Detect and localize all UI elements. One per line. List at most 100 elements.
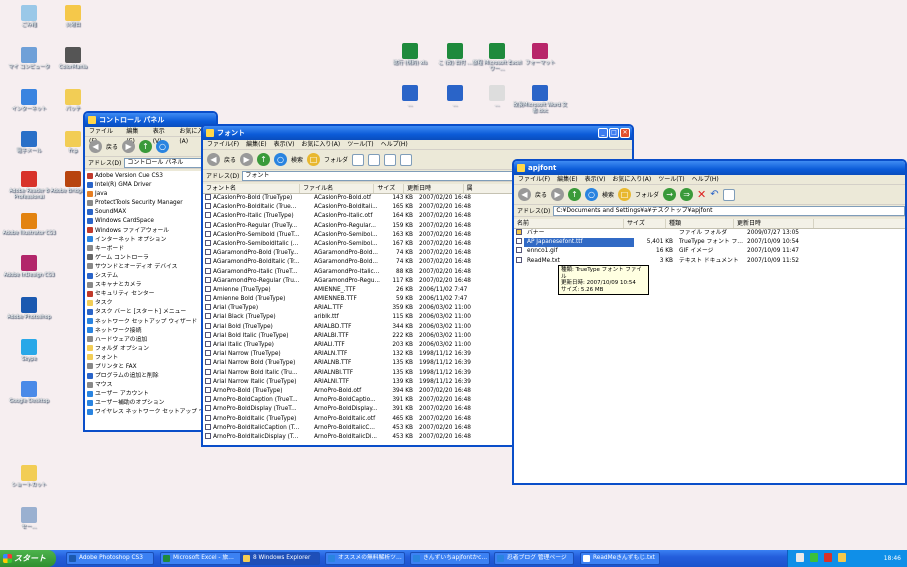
- up-folder-icon[interactable]: ↑: [257, 153, 271, 166]
- control-panel-window[interactable]: コントロール パネル ファイル(F)編集(E)表示(V)お気に入り(A) ◀ 戻…: [83, 111, 218, 432]
- address-field[interactable]: C:¥Documents and Settings¥a¥デスクトップ¥apjfo…: [553, 205, 905, 216]
- control-panel-item[interactable]: ゲーム コントローラ: [85, 254, 216, 263]
- desktop-shortcut[interactable]: Adobe Illustrator CS3: [2, 213, 56, 236]
- menu-item[interactable]: 表示(V): [274, 140, 295, 149]
- forward-arrow-icon[interactable]: ▶: [240, 153, 254, 166]
- desktop-shortcut[interactable]: ショートカット: [2, 465, 56, 488]
- back-arrow-icon[interactable]: ◀: [207, 153, 220, 166]
- delete-icon[interactable]: ✕: [697, 188, 706, 201]
- control-panel-item[interactable]: スキャナとカメラ: [85, 281, 216, 290]
- control-panel-item[interactable]: ワイヤレス ネットワーク セットアップ ウィザード: [85, 408, 216, 417]
- folders-button[interactable]: フォルダ: [324, 155, 348, 164]
- list-view-icon[interactable]: [368, 153, 381, 166]
- menu-item[interactable]: ファイル(F): [518, 175, 550, 184]
- menu-item[interactable]: ヘルプ(H): [381, 140, 408, 149]
- control-panel-item[interactable]: Java: [85, 190, 216, 199]
- control-panel-item[interactable]: タスク バーと [スタート] メニュー: [85, 308, 216, 317]
- column-header-cell[interactable]: サイズ: [624, 219, 666, 228]
- ime-icon[interactable]: [838, 553, 846, 562]
- control-panel-item[interactable]: Intel(R) GMA Driver: [85, 181, 216, 190]
- taskbar-button[interactable]: ReadMeきんずもじ.txt: [580, 552, 660, 565]
- control-panel-item[interactable]: ネットワーク接続: [85, 327, 216, 336]
- folder-icon[interactable]: □: [618, 188, 632, 201]
- desktop-shortcut[interactable]: Adobe InDesign CS3: [2, 255, 56, 278]
- menu-item[interactable]: ファイル(F): [89, 127, 119, 145]
- column-header-cell[interactable]: 更新日時: [404, 184, 464, 193]
- clock[interactable]: 18:46: [884, 550, 901, 567]
- back-button[interactable]: 戻る: [224, 155, 236, 164]
- copy-to-icon[interactable]: ⇒: [680, 188, 694, 201]
- control-panel-item[interactable]: マウス: [85, 381, 216, 390]
- desktop-file[interactable]: 改良Microsoft Word 文書.doc: [513, 85, 567, 114]
- undo-icon[interactable]: ↶: [710, 189, 718, 200]
- back-arrow-icon[interactable]: ◀: [518, 188, 531, 201]
- menu-item[interactable]: お気に入り(A): [612, 175, 651, 184]
- desktop-shortcut[interactable]: セー…: [2, 507, 56, 530]
- back-arrow-icon[interactable]: ◀: [89, 140, 102, 153]
- folders-button[interactable]: フォルダ: [635, 190, 659, 199]
- minimize-button[interactable]: _: [598, 128, 608, 138]
- menu-item[interactable]: 編集(E): [557, 175, 577, 184]
- menu-item[interactable]: ファイル(F): [207, 140, 239, 149]
- column-header-cell[interactable]: 名前: [514, 219, 624, 228]
- control-panel-item[interactable]: ネットワーク セットアップ ウィザード: [85, 318, 216, 327]
- control-panel-item[interactable]: ハードウェアの追加: [85, 336, 216, 345]
- desktop-shortcut[interactable]: ColorMania: [46, 47, 100, 70]
- menu-item[interactable]: 表示(V): [153, 127, 173, 145]
- fonts-titlebar[interactable]: フォント _ □ ✕: [203, 126, 632, 140]
- desktop-shortcut[interactable]: 火曜日: [46, 5, 100, 28]
- control-panel-item[interactable]: フォント: [85, 354, 216, 363]
- taskbar-button[interactable]: 8 Windows Explorer: [240, 552, 320, 565]
- network-icon[interactable]: [810, 553, 818, 562]
- taskbar-button[interactable]: Adobe Photoshop CS3: [66, 552, 154, 565]
- control-panel-titlebar[interactable]: コントロール パネル: [85, 113, 216, 127]
- control-panel-item[interactable]: システム: [85, 272, 216, 281]
- taskbar-button[interactable]: オススメの無料解析ツ…: [325, 552, 405, 565]
- speaker-icon[interactable]: [796, 553, 804, 562]
- menu-item[interactable]: 編集(E): [246, 140, 266, 149]
- control-panel-item[interactable]: ユーザー補助のオプション: [85, 399, 216, 408]
- control-panel-item[interactable]: Adobe Version Cue CS3: [85, 172, 216, 181]
- column-header-cell[interactable]: 種類: [666, 219, 734, 228]
- search-icon[interactable]: ○: [156, 140, 170, 153]
- up-folder-icon[interactable]: ↑: [139, 140, 153, 153]
- back-button[interactable]: 戻る: [106, 142, 118, 151]
- security-icon[interactable]: [824, 553, 832, 562]
- large-icons-view-icon[interactable]: [352, 153, 365, 166]
- menu-item[interactable]: ツール(T): [347, 140, 373, 149]
- control-panel-item[interactable]: SoundMAX: [85, 208, 216, 217]
- menu-item[interactable]: ヘルプ(H): [692, 175, 719, 184]
- column-header-cell[interactable]: サイズ: [374, 184, 405, 193]
- control-panel-item[interactable]: フォルダ オプション: [85, 345, 216, 354]
- start-button[interactable]: スタート: [0, 550, 56, 567]
- control-panel-item[interactable]: プリンタと FAX: [85, 363, 216, 372]
- folder-icon[interactable]: □: [307, 153, 321, 166]
- column-header-cell[interactable]: フォント名: [203, 184, 301, 193]
- back-button[interactable]: 戻る: [535, 190, 547, 199]
- menu-item[interactable]: お気に入り(A): [301, 140, 340, 149]
- control-panel-item[interactable]: Windows CardSpace: [85, 217, 216, 226]
- control-panel-item[interactable]: タスク: [85, 299, 216, 308]
- file-row[interactable]: ennco1.gif 16 KB GIF イメージ 2007/10/09 11:47: [514, 247, 905, 256]
- search-button[interactable]: 検索: [602, 190, 614, 199]
- desktop-shortcut[interactable]: Adobe Photoshop: [2, 297, 56, 320]
- control-panel-item[interactable]: ProtectTools Security Manager: [85, 199, 216, 208]
- menu-item[interactable]: ツール(T): [658, 175, 684, 184]
- apjfont-titlebar[interactable]: apjfont: [514, 161, 905, 175]
- details-view-icon[interactable]: [400, 153, 413, 166]
- desktop-file[interactable]: フォーマット: [513, 43, 567, 66]
- file-row[interactable]: AP Japanesefont.ttf 5,401 KB TrueType フォント…: [514, 238, 905, 248]
- taskbar-button[interactable]: 忍者ブログ 管理ページ: [494, 552, 574, 565]
- control-panel-item[interactable]: Windows ファイアウォール: [85, 227, 216, 236]
- taskbar-button[interactable]: きんずいちapjfontかc…: [410, 552, 490, 565]
- close-button[interactable]: ✕: [620, 128, 630, 138]
- forward-arrow-icon[interactable]: ▶: [551, 188, 565, 201]
- apjfont-window[interactable]: apjfont ファイル(F) 編集(E) 表示(V) お気に入り(A) ツール(T) ヘ…: [512, 159, 907, 485]
- menu-item[interactable]: 編集(E): [126, 127, 145, 145]
- maximize-button[interactable]: □: [609, 128, 619, 138]
- column-header-cell[interactable]: ファイル名: [300, 184, 375, 193]
- control-panel-item[interactable]: キーボード: [85, 245, 216, 254]
- control-panel-item[interactable]: サウンドとオーディオ デバイス: [85, 263, 216, 272]
- control-panel-item[interactable]: ユーザー アカウント: [85, 390, 216, 399]
- search-icon[interactable]: ○: [585, 188, 599, 201]
